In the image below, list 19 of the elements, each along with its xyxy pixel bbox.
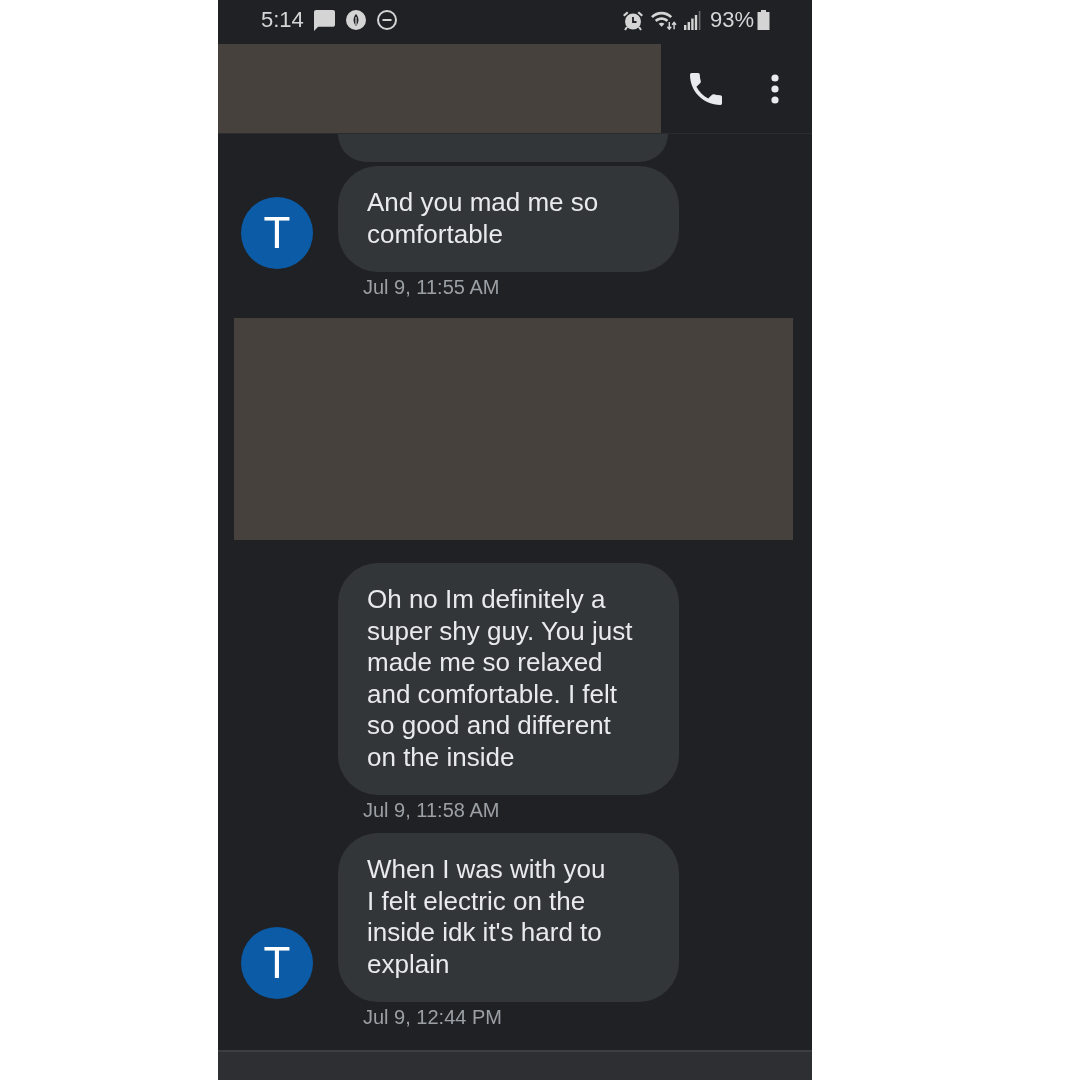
drop-icon xyxy=(345,10,366,30)
message-icon xyxy=(313,9,335,31)
phone-icon[interactable] xyxy=(690,72,722,105)
alarm-icon xyxy=(621,9,644,31)
chat-message: And you mad me so comfortable xyxy=(338,166,679,272)
battery-percent: 93% xyxy=(709,7,754,33)
chat-message: When I was with you I felt electric on the inside idk it's hard to explain xyxy=(338,833,679,1002)
do-not-disturb-icon xyxy=(376,10,397,30)
signal-icon xyxy=(683,10,702,30)
battery-icon xyxy=(757,10,770,30)
contact-avatar[interactable]: T xyxy=(241,927,313,999)
message-timestamp: Jul 9, 11:58 AM xyxy=(363,799,500,821)
contact-avatar[interactable]: T xyxy=(241,197,313,269)
wifi-icon xyxy=(650,10,677,30)
message-timestamp: Jul 9, 11:55 AM xyxy=(363,276,500,298)
chat-message: Oh no Im definitely a super shy guy. You just made me so relaxed and comfortable. I felt so good and different on the inside xyxy=(338,563,679,795)
message-timestamp: Jul 9, 12:44 PM xyxy=(363,1006,502,1028)
more-options-icon[interactable] xyxy=(771,73,779,104)
status-time: 5:14 xyxy=(261,7,304,33)
